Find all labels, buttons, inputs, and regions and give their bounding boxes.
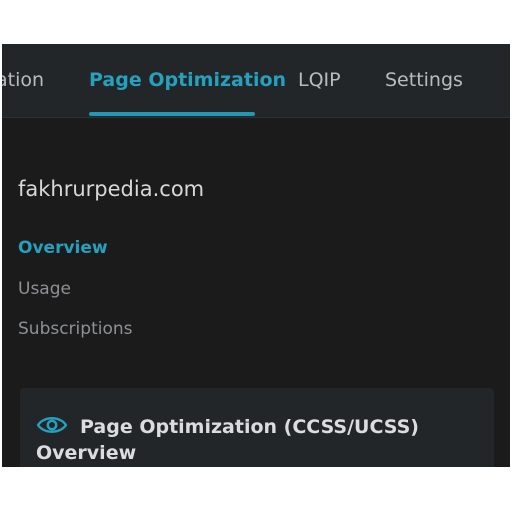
card-title: Page Optimization (CCSS/UCSS) Overview [36,416,419,464]
subnav-item-usage[interactable]: Usage [18,278,71,300]
active-tab-indicator [89,112,255,116]
tab-optimization-partial[interactable]: ation [2,68,44,92]
subnav-item-subscriptions[interactable]: Subscriptions [18,318,132,340]
tab-lqip[interactable]: LQIP [298,68,341,92]
site-title: fakhrurpedia.com [18,177,205,201]
subnav-item-overview[interactable]: Overview [18,237,108,259]
overview-card: Page Optimization (CCSS/UCSS) Overview [20,388,494,467]
app-window: ation Page Optimization LQIP Settings fa… [2,44,510,467]
tab-settings[interactable]: Settings [385,68,463,92]
tab-page-optimization[interactable]: Page Optimization [89,68,286,92]
tab-bar: ation Page Optimization LQIP Settings [2,44,510,118]
